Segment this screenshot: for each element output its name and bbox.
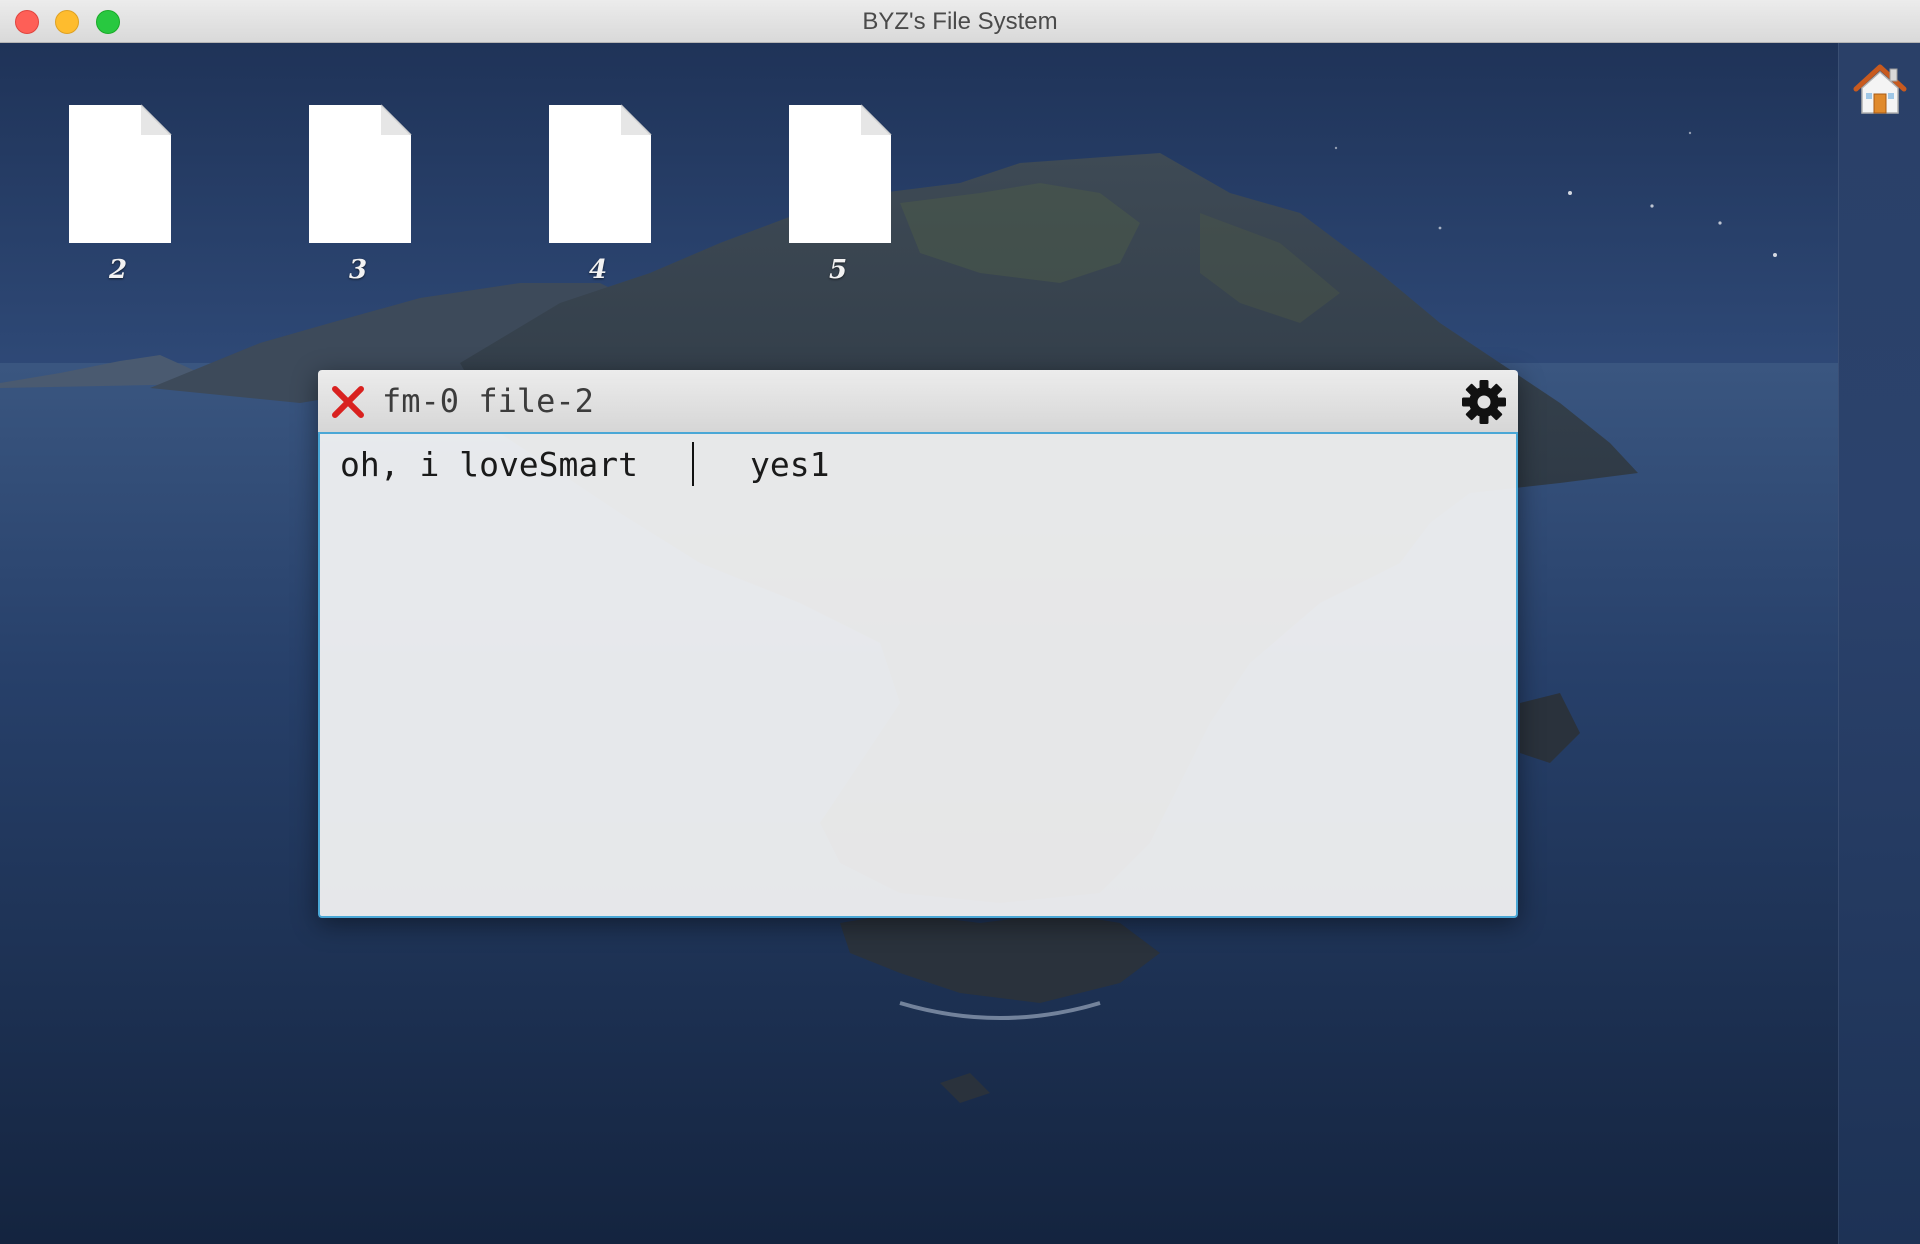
editor-content: oh, i loveSmart yes1 <box>340 438 830 492</box>
file-icon-5[interactable]: 5 <box>763 103 913 285</box>
title-bar: BYZ's File System <box>0 0 1920 43</box>
document-icon <box>309 104 412 243</box>
file-icon-2[interactable]: 2 <box>43 103 193 285</box>
document-icon <box>549 104 652 243</box>
right-sidebar <box>1838 43 1920 1244</box>
document-icon <box>69 104 172 243</box>
file-label: 5 <box>828 255 848 285</box>
text-before-cursor: oh, i loveSmart <box>340 445 639 484</box>
text-cursor <box>692 442 695 486</box>
editor-title: fm-0 file-2 <box>382 382 594 420</box>
window-title: BYZ's File System <box>862 8 1058 35</box>
home-icon <box>1853 64 1907 114</box>
gear-icon <box>1462 380 1506 424</box>
app-window: BYZ's File System 2 3 4 5 fm-0 file-2 oh… <box>0 0 1920 1244</box>
file-label: 2 <box>108 255 128 285</box>
file-label: 4 <box>588 255 608 285</box>
file-editor-dialog: fm-0 file-2 oh, i loveSmart yes1 <box>318 370 1518 918</box>
file-label: 3 <box>348 255 368 285</box>
editor-header: fm-0 file-2 <box>318 370 1518 434</box>
settings-button[interactable] <box>1460 378 1508 426</box>
editor-textarea[interactable]: oh, i loveSmart yes1 <box>318 434 1518 918</box>
document-icon <box>789 104 892 243</box>
editor-close-button[interactable] <box>330 384 366 420</box>
close-x-icon <box>332 386 364 418</box>
text-after-cursor: yes1 <box>750 445 830 484</box>
home-button[interactable] <box>1852 61 1908 117</box>
file-icon-4[interactable]: 4 <box>523 103 673 285</box>
file-icon-3[interactable]: 3 <box>283 103 433 285</box>
